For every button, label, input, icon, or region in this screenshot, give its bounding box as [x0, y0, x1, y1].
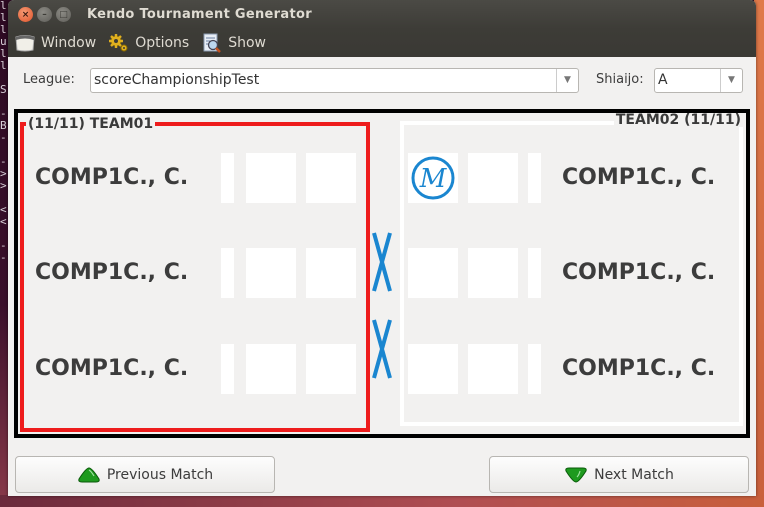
score-cell[interactable] — [408, 344, 458, 394]
menu-options-label: Options — [135, 35, 190, 51]
window-icon — [14, 33, 36, 53]
arrow-up-gem-icon — [78, 466, 100, 482]
close-window-button[interactable]: × — [18, 7, 33, 22]
competitor-row: COMP1C., C. — [24, 344, 364, 396]
score-cell[interactable] — [306, 248, 356, 298]
maximize-window-button[interactable]: □ — [56, 7, 71, 22]
fault-x-icon[interactable] — [371, 231, 393, 297]
competitor-name[interactable]: COMP1C., C. — [35, 260, 188, 285]
score-cell[interactable] — [221, 248, 234, 298]
chevron-down-icon[interactable]: ▼ — [556, 69, 578, 92]
competitor-row: COMP1C., C. — [24, 248, 364, 300]
league-value: scoreChampionshipTest — [94, 72, 260, 88]
window-title: Kendo Tournament Generator — [87, 7, 312, 22]
previous-match-label: Previous Match — [106, 466, 214, 483]
next-match-button[interactable]: Next Match — [489, 456, 749, 493]
competitor-row: M COMP1C., C. — [404, 153, 739, 205]
title-bar: × – □ Kendo Tournament Generator — [8, 0, 756, 29]
menu-show[interactable]: Show — [201, 33, 266, 53]
score-cell[interactable] — [528, 153, 541, 203]
score-cell[interactable] — [306, 344, 356, 394]
team-right-label: TEAM02 (11/11) — [613, 112, 743, 128]
next-match-label: Next Match — [594, 466, 674, 483]
men-score-icon: M — [411, 156, 455, 200]
score-cell[interactable]: M — [408, 153, 458, 203]
minimize-window-button[interactable]: – — [37, 7, 52, 22]
competitor-row: COMP1C., C. — [24, 153, 364, 205]
shiaijo-select[interactable]: A ▼ — [654, 68, 743, 93]
team-left-label: (11/11) TEAM01 — [26, 116, 156, 132]
league-label: League: — [23, 72, 75, 87]
shiaijo-value: A — [658, 72, 668, 88]
score-cell[interactable] — [246, 344, 296, 394]
fault-x-icon[interactable] — [371, 318, 393, 384]
score-cell[interactable] — [528, 344, 541, 394]
menu-show-label: Show — [228, 35, 267, 51]
score-cell[interactable] — [246, 248, 296, 298]
competitor-name[interactable]: COMP1C., C. — [35, 165, 188, 190]
score-cell[interactable] — [468, 248, 518, 298]
competitor-name[interactable]: COMP1C., C. — [35, 356, 188, 381]
magnifier-document-icon — [201, 33, 223, 53]
score-cell[interactable] — [528, 248, 541, 298]
score-cell[interactable] — [468, 344, 518, 394]
menu-window-label: Window — [41, 35, 97, 51]
league-select[interactable]: scoreChampionshipTest ▼ — [90, 68, 579, 93]
shiaijo-label: Shiaijo: — [596, 72, 644, 87]
competitor-name[interactable]: COMP1C., C. — [562, 165, 715, 190]
team-left-panel: (11/11) TEAM01 COMP1C., C. COMP1C., C. C… — [20, 117, 370, 432]
app-window: × – □ Kendo Tournament Generator Window — [8, 0, 756, 496]
chevron-down-icon[interactable]: ▼ — [720, 69, 742, 92]
filter-row: League: scoreChampionshipTest ▼ Shiaijo:… — [8, 67, 756, 93]
men-score-text: M — [419, 164, 448, 194]
team-right-panel: TEAM02 (11/11) M COMP1C., C. COMP1C., C. — [400, 113, 743, 426]
gears-icon — [108, 33, 130, 53]
score-cell[interactable] — [408, 248, 458, 298]
score-cell[interactable] — [468, 153, 518, 203]
menu-options[interactable]: Options — [108, 33, 189, 53]
competitor-name[interactable]: COMP1C., C. — [562, 356, 715, 381]
menu-window[interactable]: Window — [14, 33, 96, 53]
score-cell[interactable] — [221, 344, 234, 394]
score-cell[interactable] — [246, 153, 296, 203]
competitor-name[interactable]: COMP1C., C. — [562, 260, 715, 285]
match-board: (11/11) TEAM01 COMP1C., C. COMP1C., C. C… — [14, 109, 750, 438]
competitor-row: COMP1C., C. — [404, 248, 739, 300]
score-cell[interactable] — [306, 153, 356, 203]
arrow-down-gem-icon — [565, 467, 587, 483]
competitor-row: COMP1C., C. — [404, 344, 739, 396]
menu-bar: Window Options Show — [8, 29, 756, 57]
previous-match-button[interactable]: Previous Match — [15, 456, 275, 493]
score-cell[interactable] — [221, 153, 234, 203]
desktop-background-bottom — [0, 495, 764, 507]
